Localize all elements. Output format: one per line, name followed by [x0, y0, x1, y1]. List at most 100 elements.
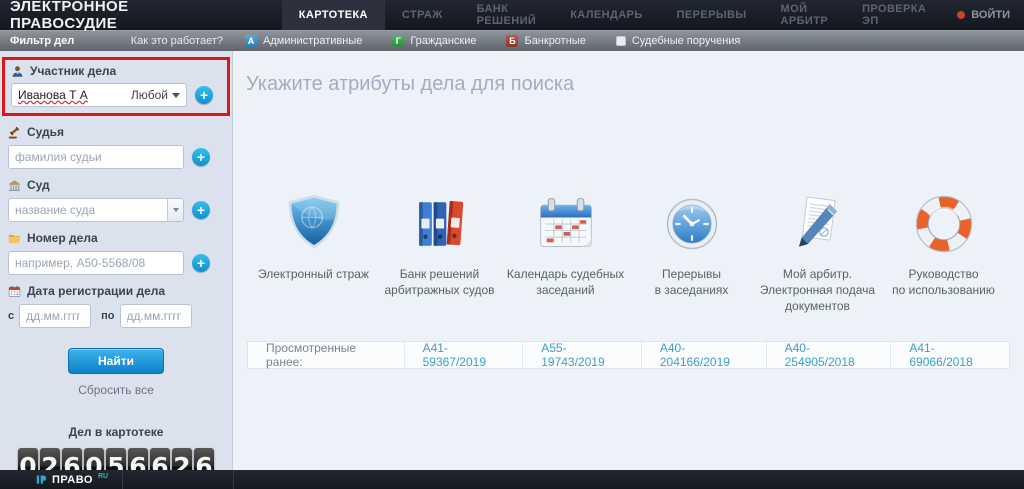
subbar-left: Фильтр дел Как это работает?	[0, 35, 233, 47]
date-from-label: с	[8, 310, 14, 322]
person-icon	[11, 65, 24, 78]
content-area: Участник дела Иванова Т А Любой + Судья …	[0, 51, 1024, 470]
gavel-icon	[8, 126, 21, 139]
filter-title: Фильтр дел	[10, 35, 74, 47]
participant-input[interactable]: Иванова Т А Любой	[11, 83, 187, 107]
tab-administrative-label: Административные	[263, 35, 362, 47]
pravo-logo-text: ПРАВО	[52, 474, 93, 486]
tab-bankruptcy-label: Банкротные	[524, 35, 585, 47]
filter-sub-bar: Фильтр дел Как это работает? А Администр…	[0, 30, 1024, 51]
feature-label: Электронный страж	[251, 266, 376, 282]
top-navigation-bar: ЭЛЕКТРОННОЕ ПРАВОСУДИЕ КАРТОТЕКА СТРАЖ Б…	[0, 0, 1024, 30]
folder-icon	[8, 232, 21, 245]
nav-strazh[interactable]: СТРАЖ	[385, 0, 460, 30]
add-judge-button[interactable]: +	[192, 148, 210, 166]
case-number-input-row: +	[8, 251, 232, 275]
feature-label: Перерывы в заседаниях	[629, 266, 754, 298]
feature-hearing-breaks[interactable]: Перерывы в заседаниях	[629, 192, 754, 315]
chevron-down-icon	[173, 208, 179, 212]
court-dropdown-button[interactable]	[167, 199, 183, 221]
feature-decisions-bank[interactable]: Банк решений арбитражных судов	[377, 192, 502, 315]
participant-input-row: Иванова Т А Любой +	[11, 83, 224, 107]
login-button[interactable]: ВОЙТИ	[943, 0, 1024, 30]
tab-civil-label: Гражданские	[410, 35, 476, 47]
feature-user-guide[interactable]: Руководство по использованию	[881, 192, 1006, 315]
calendar-icon	[503, 192, 628, 254]
app-logo[interactable]: ЭЛЕКТРОННОЕ ПРАВОСУДИЕ	[0, 0, 204, 30]
reg-date-label: Дата регистрации дела	[27, 284, 165, 298]
search-filter-sidebar: Участник дела Иванова Т А Любой + Судья …	[0, 51, 233, 470]
recent-case-link[interactable]: А41-59367/2019	[404, 342, 523, 368]
feature-label: Руководство по использованию	[881, 266, 1006, 298]
court-select	[8, 198, 184, 222]
civil-letter-icon: Г	[392, 35, 404, 47]
recent-case-link[interactable]: А40-204166/2019	[641, 342, 766, 368]
nav-proverka-ep[interactable]: ПРОВЕРКА ЭП	[845, 0, 943, 30]
top-nav: КАРТОТЕКА СТРАЖ БАНК РЕШЕНИЙ КАЛЕНДАРЬ П…	[282, 0, 944, 30]
feature-my-arbiter-filing[interactable]: Мой арбитр. Электронная подача документо…	[755, 192, 880, 315]
nav-kartoteka[interactable]: КАРТОТЕКА	[282, 0, 385, 30]
tab-civil[interactable]: Г Гражданские	[392, 35, 476, 47]
how-it-works-link[interactable]: Как это работает?	[131, 35, 223, 47]
calendar-small-icon	[8, 285, 21, 298]
case-number-label-row: Номер дела	[8, 231, 232, 245]
date-to-input[interactable]	[120, 304, 192, 328]
case-category-tabs: А Административные Г Гражданские Б Банкр…	[245, 35, 740, 47]
counter-label: Дел в картотеке	[0, 425, 232, 439]
pravo-logo-suffix: RU	[98, 473, 108, 480]
judge-input[interactable]	[8, 145, 184, 169]
tab-bankruptcy[interactable]: Б Банкротные	[506, 35, 585, 47]
feature-label: Календарь судебных заседаний	[503, 266, 628, 298]
recently-viewed-bar: Просмотренные ранее: А41-59367/2019 А55-…	[247, 341, 1010, 369]
recent-case-link[interactable]: А40-254905/2018	[766, 342, 891, 368]
date-from-input[interactable]	[19, 304, 91, 328]
recent-case-link[interactable]: А41-69066/2018	[890, 342, 1009, 368]
participant-section-highlight: Участник дела Иванова Т А Любой +	[2, 57, 230, 116]
court-orders-icon	[616, 36, 626, 46]
login-status-icon	[957, 11, 965, 19]
tab-court-orders-label: Судебные поручения	[632, 35, 741, 47]
court-input[interactable]	[8, 198, 184, 222]
main-panel: Укажите атрибуты дела для поиска Электро…	[233, 51, 1024, 470]
pravo-ru-logo[interactable]: ПРАВО RU	[36, 474, 108, 486]
add-court-button[interactable]: +	[192, 201, 210, 219]
binders-icon	[377, 192, 502, 254]
add-case-number-button[interactable]: +	[192, 254, 210, 272]
tab-court-orders[interactable]: Судебные поручения	[616, 35, 741, 47]
reg-date-label-row: Дата регистрации дела	[8, 284, 232, 298]
administrative-letter-icon: А	[245, 35, 257, 47]
feature-label: Банк решений арбитражных судов	[377, 266, 502, 298]
add-participant-button[interactable]: +	[195, 86, 213, 104]
footer-bar: ПРАВО RU	[0, 470, 1024, 489]
nav-kalendar[interactable]: КАЛЕНДАРЬ	[553, 0, 659, 30]
nav-moy-arbitr[interactable]: МОЙ АРБИТР	[764, 0, 846, 30]
judge-input-row: +	[8, 145, 232, 169]
recently-viewed-label: Просмотренные ранее:	[248, 342, 404, 368]
tab-administrative[interactable]: А Административные	[245, 35, 362, 47]
clock-icon	[629, 192, 754, 254]
chevron-down-icon	[172, 93, 180, 98]
courthouse-icon	[8, 179, 21, 192]
case-number-label: Номер дела	[27, 231, 98, 245]
court-input-row: +	[8, 198, 232, 222]
judge-label: Судья	[27, 125, 64, 139]
participant-value: Иванова Т А	[18, 88, 88, 102]
court-label: Суд	[27, 178, 50, 192]
document-pen-icon	[755, 192, 880, 254]
shield-icon	[251, 192, 376, 254]
case-number-input[interactable]	[8, 251, 184, 275]
feature-electronic-guard[interactable]: Электронный страж	[251, 192, 376, 315]
participant-role-dropdown[interactable]: Любой	[131, 88, 180, 102]
reset-all-link[interactable]: Сбросить все	[0, 383, 232, 397]
participant-role-value: Любой	[131, 88, 168, 102]
nav-bank-resheniy[interactable]: БАНК РЕШЕНИЙ	[460, 0, 554, 30]
judge-label-row: Судья	[8, 125, 232, 139]
pravo-logo-icon	[36, 474, 47, 485]
bankruptcy-letter-icon: Б	[506, 35, 518, 47]
date-to-label: по	[101, 310, 114, 322]
feature-hearings-calendar[interactable]: Календарь судебных заседаний	[503, 192, 628, 315]
nav-pereryvy[interactable]: ПЕРЕРЫВЫ	[660, 0, 764, 30]
recent-case-link[interactable]: А55-19743/2019	[522, 342, 641, 368]
search-button[interactable]: Найти	[68, 348, 164, 374]
footer-divider	[122, 470, 123, 489]
